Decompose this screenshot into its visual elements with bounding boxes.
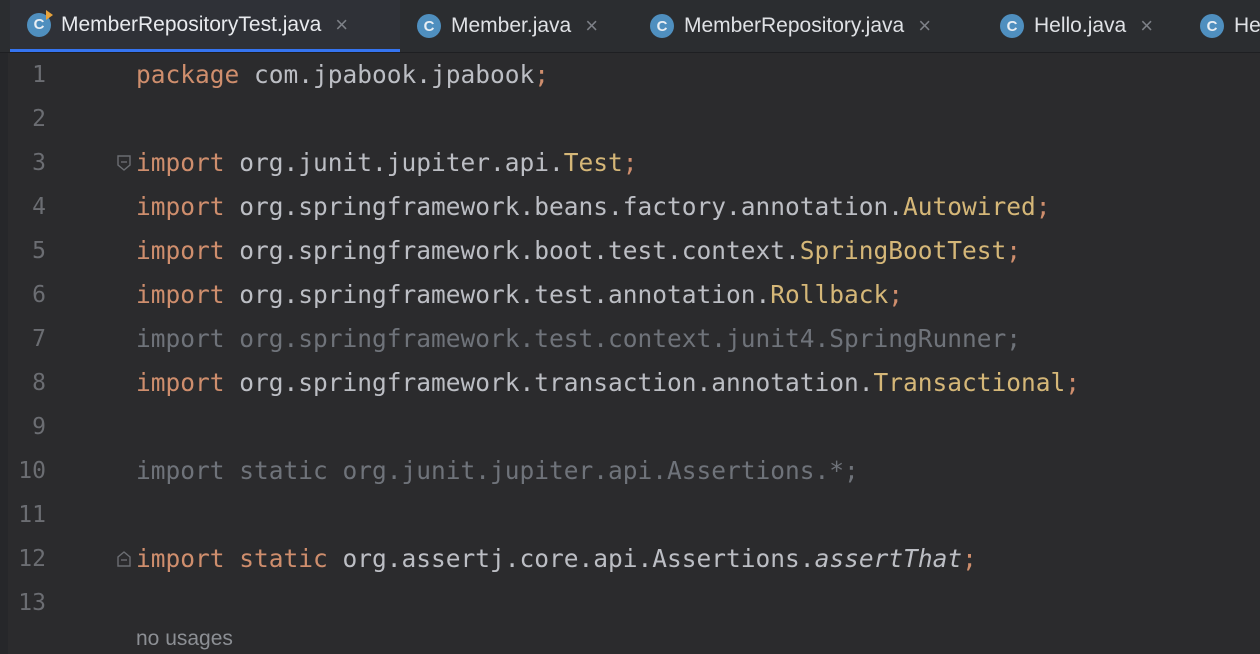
semicolon: ; [1006, 236, 1022, 265]
class-name: Rollback [770, 280, 889, 309]
code-line: 12 import static org.assertj.core.api.As… [0, 537, 1260, 581]
tab-label: Hello.java [1034, 14, 1127, 37]
package-name: org.assertj.core.api.Assertions. [327, 544, 815, 573]
code-text: import org.springframework.boot.test.con… [136, 229, 1021, 273]
fold-start-icon[interactable] [117, 155, 131, 171]
keyword: import [136, 148, 225, 177]
code-text: import org.junit.jupiter.api.Test; [136, 141, 638, 185]
class-icon: C [27, 9, 53, 37]
fold-end-icon[interactable] [117, 551, 131, 567]
package-name: org.springframework.beans.factory.annota… [224, 192, 904, 221]
code-line: 7 import org.springframework.test.contex… [0, 317, 1260, 361]
line-number: 8 [32, 370, 46, 396]
class-name: Transactional [873, 368, 1066, 397]
code-line: 3 import org.junit.jupiter.api.Test; [0, 141, 1260, 185]
package-name: org.springframework.transaction.annotati… [224, 368, 874, 397]
semicolon: ; [622, 148, 638, 177]
tab-member-repository-test[interactable]: C MemberRepositoryTest.java × [10, 0, 400, 52]
code-editor[interactable]: 1 package com.jpabook.jpabook; 2 3 impor… [0, 53, 1260, 654]
class-icon: C [650, 14, 674, 38]
keyword: import [136, 544, 225, 573]
line-number: 6 [32, 282, 46, 308]
semicolon: ; [1065, 368, 1081, 397]
tab-member-repository[interactable]: C MemberRepository.java × [634, 0, 984, 52]
class-name: Autowired [903, 192, 1036, 221]
class-icon: C [417, 14, 441, 38]
code-text: import org.springframework.test.annotati… [136, 273, 903, 317]
package-name: org.springframework.boot.test.context. [224, 236, 800, 265]
line-number: 4 [32, 194, 46, 220]
method-name: assertThat [814, 544, 963, 573]
code-line: 13 [0, 581, 1260, 625]
unused-import: import static org.junit.jupiter.api.Asse… [136, 456, 859, 485]
semicolon: ; [962, 544, 977, 573]
tab-label: MemberRepository.java [684, 14, 905, 37]
usages-inlay-hint[interactable]: no usages [136, 627, 233, 651]
code-text: import org.springframework.transaction.a… [136, 361, 1080, 405]
line-number: 12 [18, 546, 46, 572]
code-line: 1 package com.jpabook.jpabook; [0, 53, 1260, 97]
semicolon: ; [888, 280, 904, 309]
line-number: 7 [32, 326, 46, 352]
close-icon[interactable]: × [585, 15, 598, 37]
keyword: import [136, 236, 225, 265]
line-number: 13 [18, 590, 46, 616]
tab-member[interactable]: C Member.java × [402, 0, 634, 52]
semicolon: ; [1035, 192, 1051, 221]
keyword: import [136, 280, 225, 309]
editor-tab-bar: C MemberRepositoryTest.java × C Member.j… [0, 0, 1260, 53]
code-text: import static org.assertj.core.api.Asser… [136, 537, 977, 581]
semicolon: ; [534, 60, 550, 89]
close-icon[interactable]: × [335, 13, 348, 36]
package-name: org.springframework.test.annotation. [224, 280, 771, 309]
code-line: 5 import org.springframework.boot.test.c… [0, 229, 1260, 273]
line-number: 3 [32, 150, 46, 176]
package-name: com.jpabook.jpabook [239, 60, 535, 89]
keyword: static [239, 544, 328, 573]
code-line: 2 [0, 97, 1260, 141]
code-line: 11 [0, 493, 1260, 537]
code-line: 4 import org.springframework.beans.facto… [0, 185, 1260, 229]
code-line: 8 import org.springframework.transaction… [0, 361, 1260, 405]
close-icon[interactable]: × [1140, 15, 1153, 37]
line-number: 9 [32, 414, 46, 440]
tab-label: He [1234, 14, 1260, 37]
line-number: 10 [18, 458, 46, 484]
keyword: import [136, 192, 225, 221]
line-number: 2 [32, 106, 46, 132]
close-icon[interactable]: × [918, 15, 931, 37]
package-name: org.junit.jupiter.api. [224, 148, 564, 177]
class-name: Test [563, 148, 623, 177]
line-number: 1 [32, 62, 46, 88]
tab-overflow[interactable]: C He [1184, 0, 1260, 52]
code-line: 9 [0, 405, 1260, 449]
tab-label: MemberRepositoryTest.java [61, 12, 322, 36]
code-line: 10 import static org.junit.jupiter.api.A… [0, 449, 1260, 493]
class-icon: C [1200, 14, 1224, 38]
class-name: SpringBootTest [799, 236, 1007, 265]
run-badge-icon [46, 9, 53, 20]
line-number: 11 [18, 502, 46, 528]
code-text: import org.springframework.beans.factory… [136, 185, 1051, 229]
tab-hello[interactable]: C Hello.java × [984, 0, 1184, 52]
tab-label: Member.java [451, 14, 572, 37]
line-number: 5 [32, 238, 46, 264]
keyword: package [136, 60, 240, 89]
class-icon: C [1000, 14, 1024, 38]
code-line: 6 import org.springframework.test.annota… [0, 273, 1260, 317]
keyword: import [136, 368, 225, 397]
unused-import: import org.springframework.test.context.… [136, 324, 1022, 353]
code-text: package com.jpabook.jpabook; [136, 53, 549, 97]
